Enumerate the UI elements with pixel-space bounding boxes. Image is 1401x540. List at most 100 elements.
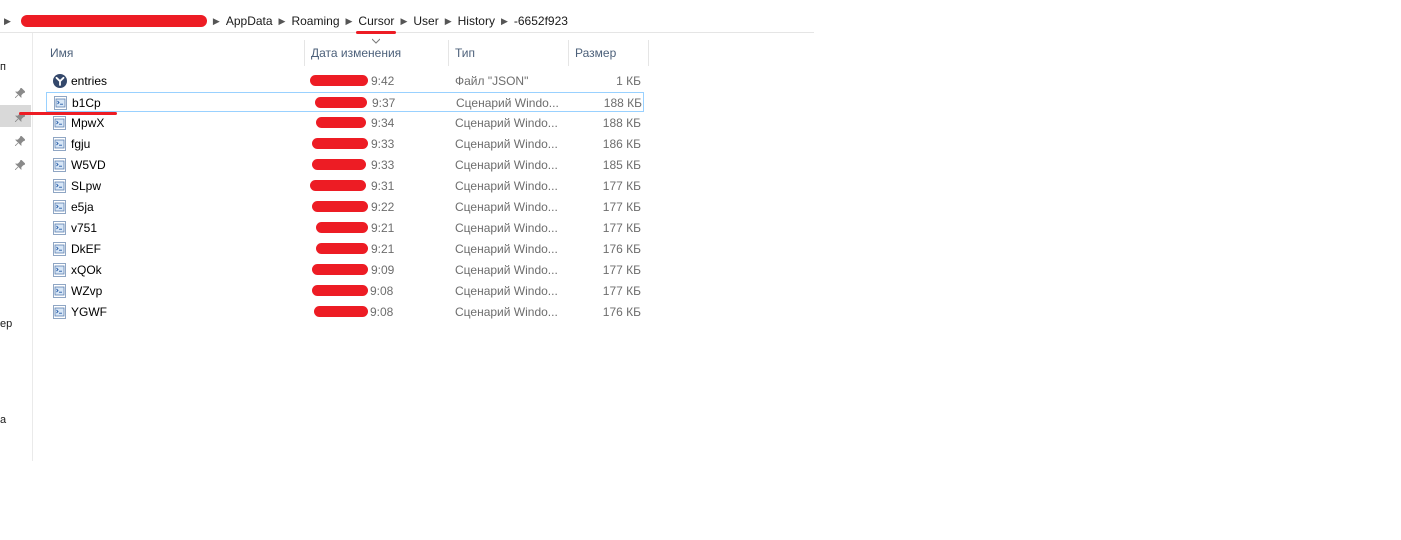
pin-icon[interactable] xyxy=(14,135,26,147)
script-file-icon xyxy=(53,305,66,319)
file-row[interactable]: xQOk 9:09 Сценарий Windo... 177 КБ xyxy=(46,260,644,280)
pin-icon[interactable] xyxy=(14,159,26,171)
file-date-modified: 9:08 xyxy=(308,281,408,301)
file-row[interactable]: DkEF 9:21 Сценарий Windo... 176 КБ xyxy=(46,239,644,259)
file-type: Сценарий Windo... xyxy=(455,200,558,214)
file-row[interactable]: W5VD 9:33 Сценарий Windo... 185 КБ xyxy=(46,155,644,175)
file-time: 9:34 xyxy=(371,116,395,130)
file-time: 9:37 xyxy=(372,96,396,110)
redacted-date xyxy=(312,264,368,275)
redacted-date xyxy=(312,201,368,212)
column-header-name[interactable]: Имя xyxy=(44,40,304,66)
file-type: Сценарий Windo... xyxy=(455,158,558,172)
breadcrumb-history[interactable]: History xyxy=(458,14,495,28)
file-size: 185 КБ xyxy=(602,158,641,172)
file-name: MpwX xyxy=(71,116,105,130)
breadcrumb-appdata[interactable]: AppData xyxy=(226,14,273,28)
column-header-size[interactable]: Размер xyxy=(569,40,649,66)
chevron-right-icon[interactable]: ▶ xyxy=(445,16,452,27)
script-file-icon xyxy=(53,116,66,130)
column-divider[interactable] xyxy=(648,40,649,66)
breadcrumb-cursor[interactable]: Cursor xyxy=(356,14,397,34)
file-row[interactable]: SLpw 9:31 Сценарий Windo... 177 КБ xyxy=(46,176,644,196)
script-file-icon xyxy=(53,200,66,214)
file-size: 188 КБ xyxy=(602,116,641,130)
file-row[interactable]: YGWF 9:08 Сценарий Windo... 176 КБ xyxy=(46,302,644,322)
chevron-right-icon[interactable]: ▶ xyxy=(279,16,286,27)
script-file-icon xyxy=(53,284,66,298)
chevron-right-icon[interactable]: ▶ xyxy=(501,16,508,27)
breadcrumb-roaming[interactable]: Roaming xyxy=(291,14,339,28)
chevron-right-icon[interactable]: ▶ xyxy=(4,16,11,27)
file-time: 9:08 xyxy=(370,305,394,319)
file-size: 177 КБ xyxy=(602,263,641,277)
file-time: 9:08 xyxy=(370,284,394,298)
file-name: W5VD xyxy=(71,158,106,172)
file-row[interactable]: b1Cp 9:37 Сценарий Windo... 188 КБ xyxy=(46,92,644,112)
file-date-modified: 9:08 xyxy=(308,302,408,322)
file-name: entries xyxy=(71,74,108,88)
file-size: 177 КБ xyxy=(602,200,641,214)
file-size: 177 КБ xyxy=(602,179,641,193)
redacted-date xyxy=(310,75,368,86)
redacted-date xyxy=(315,97,367,108)
file-time: 9:33 xyxy=(371,158,395,172)
file-type: Сценарий Windo... xyxy=(455,221,558,235)
file-date-modified: 9:34 xyxy=(308,113,408,133)
file-row[interactable]: e5ja 9:22 Сценарий Windo... 177 КБ xyxy=(46,197,644,217)
file-name: YGWF xyxy=(71,305,107,319)
file-name: SLpw xyxy=(71,179,102,193)
navigation-pane[interactable]: п ер а xyxy=(0,33,33,461)
file-date-modified: 9:37 xyxy=(309,93,409,113)
pin-icon[interactable] xyxy=(14,87,26,99)
file-date-modified: 9:33 xyxy=(308,155,408,175)
file-size: 177 КБ xyxy=(602,284,641,298)
cursor-app-icon xyxy=(53,74,67,88)
script-file-icon xyxy=(54,96,67,110)
file-name: e5ja xyxy=(71,200,94,214)
file-row[interactable]: entries 9:42 Файл "JSON" 1 КБ xyxy=(46,71,644,91)
file-type: Сценарий Windo... xyxy=(455,137,558,151)
redacted-date xyxy=(316,117,366,128)
script-file-icon xyxy=(53,179,66,193)
file-type: Сценарий Windo... xyxy=(455,242,558,256)
chevron-right-icon[interactable]: ▶ xyxy=(400,16,407,27)
file-row[interactable]: fgju 9:33 Сценарий Windo... 186 КБ xyxy=(46,134,644,154)
nav-item-label[interactable]: ер xyxy=(0,318,12,330)
file-type: Сценарий Windo... xyxy=(455,263,558,277)
script-file-icon xyxy=(53,221,66,235)
file-time: 9:33 xyxy=(371,137,395,151)
file-row[interactable]: MpwX 9:34 Сценарий Windo... 188 КБ xyxy=(46,113,644,133)
file-date-modified: 9:21 xyxy=(308,239,408,259)
script-file-icon xyxy=(53,158,66,172)
address-bar[interactable]: ▶ ▶ AppData ▶ Roaming ▶ Cursor ▶ User ▶ … xyxy=(0,10,814,34)
file-explorer-window: ▶ ▶ AppData ▶ Roaming ▶ Cursor ▶ User ▶ … xyxy=(0,0,814,462)
redacted-path-segment xyxy=(20,15,207,27)
file-row[interactable]: v751 9:21 Сценарий Windo... 177 КБ xyxy=(46,218,644,238)
breadcrumb-current-folder[interactable]: -6652f923 xyxy=(514,14,568,28)
file-name: fgju xyxy=(71,137,91,151)
file-date-modified: 9:22 xyxy=(308,197,408,217)
file-date-modified: 9:21 xyxy=(308,218,408,238)
file-type: Файл "JSON" xyxy=(455,74,529,88)
file-type: Сценарий Windo... xyxy=(455,179,558,193)
file-type: Сценарий Windo... xyxy=(455,116,558,130)
file-size: 1 КБ xyxy=(616,74,641,88)
nav-item-label[interactable]: п xyxy=(0,61,6,73)
annotation-underline xyxy=(19,112,117,115)
chevron-right-icon[interactable]: ▶ xyxy=(213,16,220,27)
column-header-type[interactable]: Тип xyxy=(449,40,568,66)
breadcrumb-user[interactable]: User xyxy=(413,14,438,28)
file-size: 188 КБ xyxy=(603,96,642,110)
chevron-right-icon[interactable]: ▶ xyxy=(346,16,353,27)
script-file-icon xyxy=(53,263,66,277)
column-header-date[interactable]: Дата изменения xyxy=(305,40,448,66)
file-row[interactable]: WZvp 9:08 Сценарий Windo... 177 КБ xyxy=(46,281,644,301)
file-time: 9:42 xyxy=(371,74,395,88)
file-type: Сценарий Windo... xyxy=(455,305,558,319)
file-date-modified: 9:33 xyxy=(308,134,408,154)
redacted-date xyxy=(312,159,366,170)
nav-item-label[interactable]: а xyxy=(0,414,6,426)
redacted-date xyxy=(312,138,368,149)
file-name: DkEF xyxy=(71,242,101,256)
